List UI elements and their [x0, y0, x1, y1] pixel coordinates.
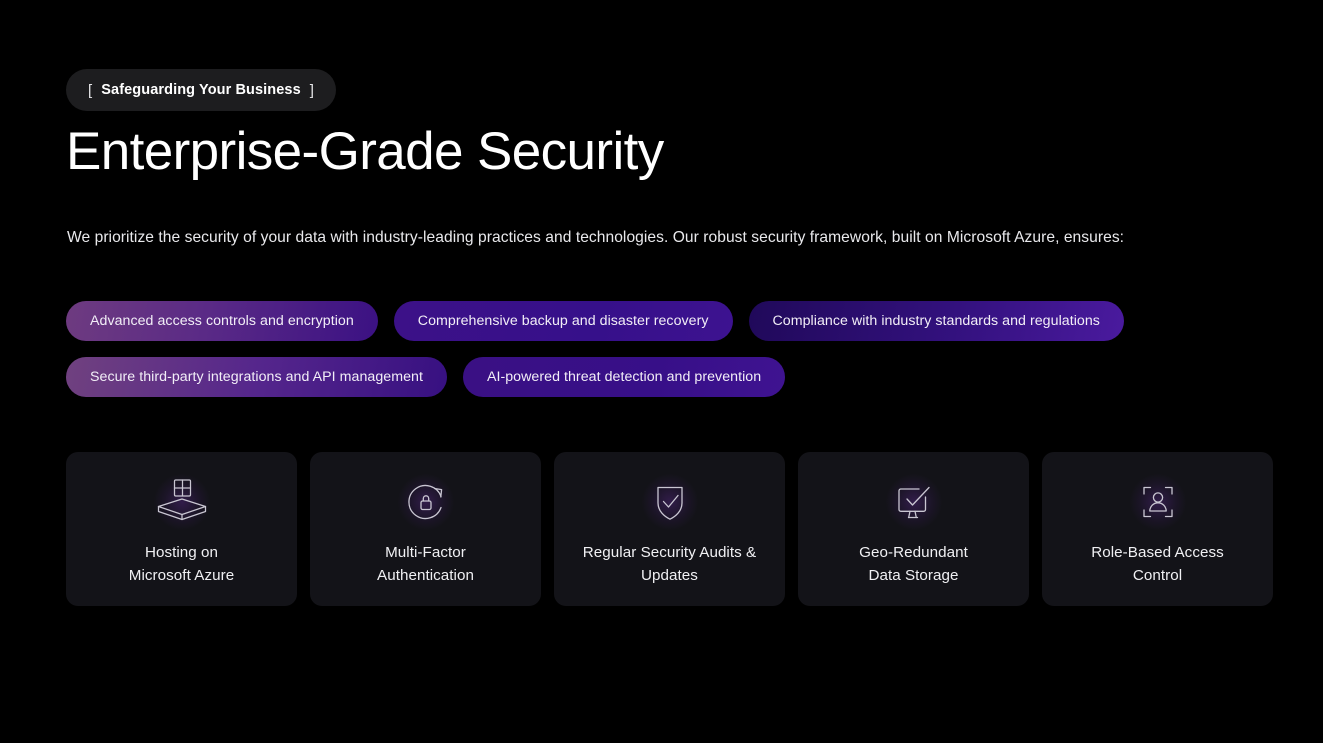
- feature-card-security-audits[interactable]: Regular Security Audits & Updates: [554, 452, 785, 606]
- badge-bracket-open: [: [88, 81, 93, 99]
- feature-card-multi-factor-auth[interactable]: Multi-Factor Authentication: [310, 452, 541, 606]
- feature-pill-third-party-integrations[interactable]: Secure third-party integrations and API …: [66, 357, 447, 397]
- feature-card-label-line2: Data Storage: [868, 566, 959, 584]
- feature-pill-compliance[interactable]: Compliance with industry standards and r…: [748, 301, 1124, 341]
- feature-card-label-line1: Hosting on: [144, 544, 219, 561]
- feature-card-label: Geo-Redundant Data Storage: [845, 542, 982, 587]
- lock-refresh-icon: [395, 474, 457, 530]
- feature-card-label-line2: Control: [1132, 566, 1183, 584]
- feature-card-label-line2: Microsoft Azure: [128, 566, 235, 584]
- windows-azure-platform-icon: [151, 474, 213, 530]
- person-scan-frame-icon: [1127, 474, 1189, 530]
- badge-label: Safeguarding Your Business: [101, 82, 301, 98]
- feature-pill-row-1: Advanced access controls and encryption …: [66, 301, 1256, 341]
- feature-pill-list: Advanced access controls and encryption …: [66, 301, 1256, 413]
- feature-card-role-based-access[interactable]: Role-Based Access Control: [1042, 452, 1273, 606]
- feature-pill-backup-recovery[interactable]: Comprehensive backup and disaster recove…: [393, 301, 733, 341]
- feature-card-hosting-azure[interactable]: Hosting on Microsoft Azure: [66, 452, 297, 606]
- feature-card-label-line1: Regular Security Audits &: [582, 544, 757, 561]
- badge-bracket-close: ]: [309, 81, 315, 99]
- feature-card-grid: Hosting on Microsoft Azure Multi-Factor …: [66, 452, 1273, 606]
- feature-pill-row-2: Secure third-party integrations and API …: [66, 357, 1256, 397]
- feature-card-label: Multi-Factor Authentication: [363, 542, 488, 587]
- shield-check-icon: [639, 474, 701, 530]
- feature-card-geo-redundant-storage[interactable]: Geo-Redundant Data Storage: [798, 452, 1029, 606]
- security-section: [ Safeguarding Your Business ] Enterpris…: [0, 0, 1323, 743]
- page-title: Enterprise-Grade Security: [66, 122, 664, 181]
- eyebrow-badge: [ Safeguarding Your Business ]: [66, 69, 337, 111]
- monitor-check-icon: [883, 474, 945, 530]
- section-subtitle: We prioritize the security of your data …: [67, 229, 1125, 246]
- feature-card-label-line1: Multi-Factor: [385, 544, 466, 561]
- feature-card-label-line2: Authentication: [377, 566, 474, 584]
- feature-card-label-line1: Geo-Redundant: [859, 544, 968, 561]
- feature-card-label: Role-Based Access Control: [1077, 542, 1238, 587]
- feature-pill-threat-detection[interactable]: AI-powered threat detection and preventi…: [462, 357, 786, 397]
- feature-card-label-line1: Role-Based Access: [1091, 544, 1224, 561]
- feature-card-label-line2: Updates: [641, 566, 698, 584]
- feature-card-label: Regular Security Audits & Updates: [569, 542, 770, 587]
- feature-pill-access-controls[interactable]: Advanced access controls and encryption: [66, 301, 378, 341]
- feature-card-label: Hosting on Microsoft Azure: [115, 542, 248, 587]
